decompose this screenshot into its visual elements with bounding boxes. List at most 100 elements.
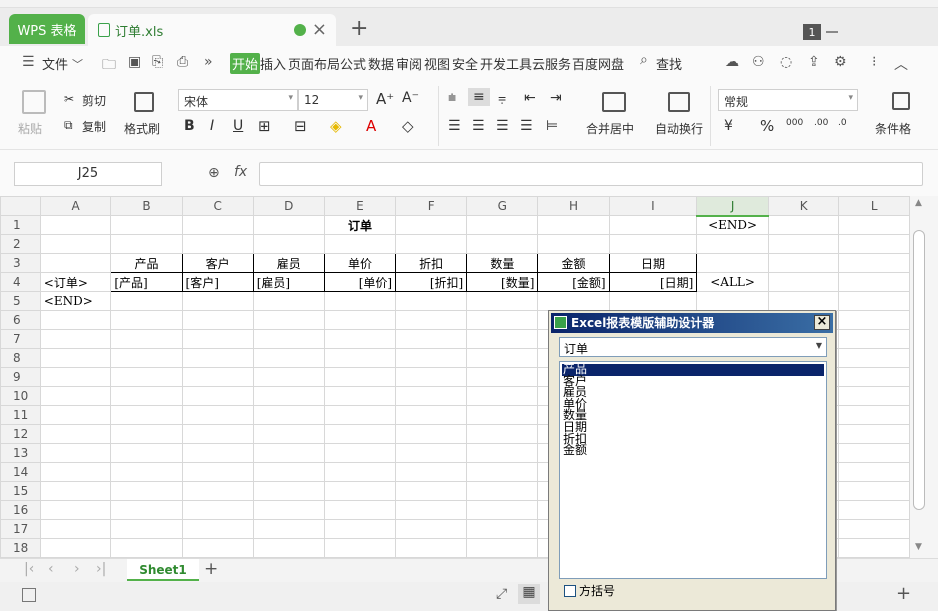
cell-b6[interactable] xyxy=(110,310,183,330)
indent-decrease-icon[interactable]: ⇤ xyxy=(524,90,536,106)
list-item[interactable]: 雇员 xyxy=(562,386,824,399)
cell-c17[interactable] xyxy=(181,519,254,539)
cell-j4[interactable]: <ALL> xyxy=(696,272,769,292)
cell-f15[interactable] xyxy=(395,481,468,501)
prev-sheet-icon[interactable]: ‹ xyxy=(48,561,54,577)
justify-icon[interactable]: ☰ xyxy=(520,118,533,134)
cell-c14[interactable] xyxy=(181,462,254,482)
cell-h2[interactable] xyxy=(537,234,610,254)
cell-a12[interactable] xyxy=(39,424,112,444)
cell-e8[interactable] xyxy=(323,348,397,368)
cell-a17[interactable] xyxy=(39,519,112,539)
cell-e5[interactable] xyxy=(323,291,397,311)
cell-a9[interactable] xyxy=(39,367,112,387)
indent-increase-icon[interactable]: ⇥ xyxy=(550,90,562,106)
cell-f1[interactable] xyxy=(395,215,468,235)
scroll-up-icon[interactable]: ▲ xyxy=(915,198,922,208)
bold-icon[interactable]: B xyxy=(184,118,195,134)
font-size-select[interactable]: 12 ▾ xyxy=(298,89,368,111)
clear-format-icon[interactable]: ◇ xyxy=(402,117,414,135)
zoom-in-icon[interactable]: + xyxy=(896,583,911,604)
cell-e14[interactable] xyxy=(323,462,397,482)
cell-e11[interactable] xyxy=(323,405,397,425)
row-header[interactable]: 18 xyxy=(0,538,41,558)
cell-l12[interactable] xyxy=(838,424,910,444)
cell-g18[interactable] xyxy=(466,538,539,558)
row-header[interactable]: 3 xyxy=(0,253,41,273)
cell-b16[interactable] xyxy=(110,500,183,520)
border-icon[interactable]: ⊞ xyxy=(258,117,271,135)
share-icon[interactable]: ⇪ xyxy=(808,54,820,70)
cell-c8[interactable] xyxy=(181,348,254,368)
cell-i4[interactable]: [日期] xyxy=(608,272,698,292)
export-icon[interactable]: ⎘ xyxy=(152,54,163,70)
menu-search[interactable]: 查找 xyxy=(656,54,682,73)
cell-g4[interactable]: [数量] xyxy=(466,272,539,292)
cell-c18[interactable] xyxy=(181,538,254,558)
list-item[interactable]: 数量 xyxy=(562,410,824,422)
cell-b3[interactable]: 产品 xyxy=(110,253,183,273)
menu-file[interactable]: 文件 xyxy=(42,54,68,73)
cell-e1[interactable]: 订单 xyxy=(323,215,397,235)
cut-button[interactable]: 剪切 xyxy=(82,92,106,109)
cell-e4[interactable]: [单价] xyxy=(323,272,397,292)
column-header-e[interactable]: E xyxy=(323,196,397,216)
cell-j3[interactable] xyxy=(696,253,769,273)
menu-tab-baidu-disk[interactable]: 百度网盘 xyxy=(572,54,624,73)
row-header[interactable]: 10 xyxy=(0,386,41,406)
cell-f10[interactable] xyxy=(395,386,468,406)
cell-k2[interactable] xyxy=(767,234,840,254)
menu-tab-security[interactable]: 安全 xyxy=(452,54,478,73)
row-header[interactable]: 11 xyxy=(0,405,41,425)
new-tab-button[interactable]: + xyxy=(350,16,368,41)
cell-g10[interactable] xyxy=(466,386,539,406)
cell-b14[interactable] xyxy=(110,462,183,482)
cell-g14[interactable] xyxy=(466,462,539,482)
cell-j1[interactable]: <END> xyxy=(696,215,769,235)
cell-l8[interactable] xyxy=(838,348,910,368)
cell-style-icon[interactable]: ⊟ xyxy=(294,117,307,135)
cell-d8[interactable] xyxy=(252,348,325,368)
cell-a16[interactable] xyxy=(39,500,112,520)
cell-g15[interactable] xyxy=(466,481,539,501)
list-item[interactable]: 客户 xyxy=(562,375,824,388)
increase-decimal-icon[interactable]: .00 xyxy=(814,118,828,128)
cell-d16[interactable] xyxy=(252,500,325,520)
cell-f3[interactable]: 折扣 xyxy=(395,253,468,273)
row-header[interactable]: 16 xyxy=(0,500,41,520)
fx-icon[interactable]: fx xyxy=(234,164,247,180)
cell-l1[interactable] xyxy=(838,215,910,235)
align-left-icon[interactable]: ☰ xyxy=(448,118,461,134)
cell-g13[interactable] xyxy=(466,443,539,463)
column-header-i[interactable]: I xyxy=(608,196,698,216)
cell-g5[interactable] xyxy=(466,291,539,311)
menu-tab-formulas[interactable]: 公式 xyxy=(340,54,366,73)
cell-f7[interactable] xyxy=(395,329,468,349)
conditional-format-button[interactable]: 条件格 xyxy=(875,120,911,137)
cell-d3[interactable]: 雇员 xyxy=(252,253,325,273)
cell-l16[interactable] xyxy=(838,500,910,520)
search-icon[interactable]: ⌕ xyxy=(640,52,648,68)
row-header[interactable]: 17 xyxy=(0,519,41,539)
cell-f11[interactable] xyxy=(395,405,468,425)
cell-l4[interactable] xyxy=(838,272,910,292)
increase-font-icon[interactable]: A⁺ xyxy=(376,90,394,108)
window-count-badge[interactable]: 1 xyxy=(803,24,821,40)
cell-c12[interactable] xyxy=(181,424,254,444)
cell-c6[interactable] xyxy=(181,310,254,330)
cell-g7[interactable] xyxy=(466,329,539,349)
comment-icon[interactable]: ◌ xyxy=(780,54,792,70)
cell-a10[interactable] xyxy=(39,386,112,406)
cell-e12[interactable] xyxy=(323,424,397,444)
paste-button[interactable]: 粘贴 xyxy=(18,120,42,137)
cell-f5[interactable] xyxy=(395,291,468,311)
tab-wps-app[interactable]: WPS 表格 xyxy=(9,14,85,44)
table-select[interactable]: 订单 ▼ xyxy=(559,337,827,357)
cell-c11[interactable] xyxy=(181,405,254,425)
more-options-icon[interactable]: ⁝ xyxy=(872,54,876,70)
row-header[interactable]: 7 xyxy=(0,329,41,349)
fullscreen-icon[interactable]: ⤢ xyxy=(496,586,507,602)
underline-icon[interactable]: U xyxy=(233,118,243,134)
cell-a4[interactable]: <订单> xyxy=(39,272,112,292)
menu-tab-page-layout[interactable]: 页面布局 xyxy=(288,54,340,73)
